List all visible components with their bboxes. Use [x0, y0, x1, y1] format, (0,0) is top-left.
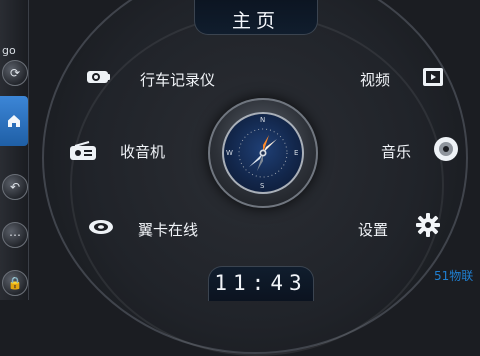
watermark-text: 51物联	[434, 269, 474, 283]
music-disc-icon	[434, 137, 458, 161]
clock-bar: 11:43	[208, 266, 314, 301]
refresh-icon: ⟳	[9, 66, 21, 80]
sidebar-refresh-button[interactable]: ⟳	[2, 60, 28, 86]
dvr-button[interactable]	[84, 62, 114, 92]
dvr-label[interactable]: 行车记录仪	[140, 69, 215, 90]
music-label[interactable]: 音乐	[381, 141, 411, 162]
sidebar-home-button[interactable]	[0, 96, 28, 146]
home-icon	[8, 115, 20, 127]
wing-card-icon	[89, 220, 113, 234]
dashcam-icon	[87, 71, 110, 83]
online-button[interactable]	[86, 212, 116, 242]
header-bar: 主页	[194, 0, 318, 35]
radio-icon	[70, 141, 96, 160]
compass-needle-icon	[238, 128, 288, 178]
watermark-logo: 51物联	[434, 270, 480, 300]
video-label[interactable]: 视频	[360, 69, 390, 90]
settings-button[interactable]	[413, 210, 443, 240]
radio-button[interactable]	[68, 136, 98, 166]
online-label[interactable]: 翼卡在线	[138, 219, 198, 240]
left-sidebar: go ⟳ ↶ ⋯ 🔒	[0, 0, 29, 300]
music-button[interactable]	[431, 134, 461, 164]
back-icon: ↶	[9, 180, 21, 194]
video-button[interactable]	[418, 62, 448, 92]
sidebar-apps-button[interactable]: ⋯	[2, 222, 28, 248]
compass-face: N E S W	[222, 112, 304, 194]
clock-time: 11:43	[214, 271, 308, 295]
sidebar-partial-label: go	[2, 44, 16, 57]
sidebar-back-button[interactable]: ↶	[2, 174, 28, 200]
compass-widget[interactable]: N E S W	[208, 98, 318, 208]
radio-label[interactable]: 收音机	[120, 141, 165, 162]
sidebar-lock-button[interactable]: 🔒	[2, 270, 28, 296]
apps-icon: ⋯	[9, 228, 21, 242]
lock-icon: 🔒	[7, 276, 23, 290]
video-icon	[423, 68, 443, 86]
gear-icon	[416, 213, 440, 237]
page-title: 主页	[231, 10, 280, 32]
settings-label[interactable]: 设置	[358, 219, 388, 240]
